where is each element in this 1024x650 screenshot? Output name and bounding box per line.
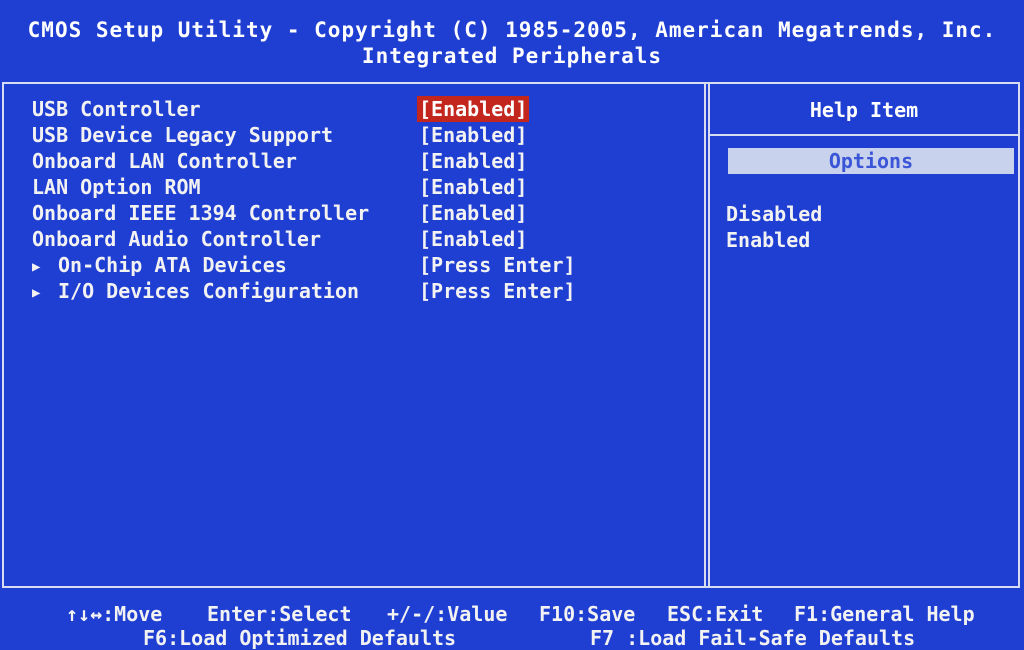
setting-value[interactable]: [Enabled] [417, 174, 529, 200]
setting-label: LAN Option ROM [32, 175, 201, 199]
page-title: Integrated Peripherals [361, 44, 663, 68]
header: CMOS Setup Utility - Copyright (C) 1985-… [0, 8, 1024, 78]
setting-label: USB Device Legacy Support [32, 123, 334, 147]
submenu-label: I/O Devices Configuration [58, 279, 360, 303]
settings-list: USB Controller [Enabled] USB Device Lega… [32, 96, 692, 304]
submenu-label: On-Chip ATA Devices [58, 253, 287, 277]
help-panel: Help Item Options Disabled Enabled [710, 84, 1018, 586]
submenu-on-chip-ata-devices[interactable]: ▶ On-Chip ATA Devices [Press Enter] [32, 252, 692, 278]
help-title: Help Item [809, 98, 919, 122]
setting-value[interactable]: [Press Enter] [417, 252, 578, 278]
key-help-footer: ↑↓↔:Move Enter:Select +/-/:Value F10:Sav… [0, 598, 1024, 650]
key-save: F10:Save [539, 602, 636, 626]
key-value: +/-/:Value [387, 602, 508, 626]
setting-label: Onboard IEEE 1394 Controller [32, 201, 370, 225]
setting-label: USB Controller [32, 97, 201, 121]
key-general-help: F1:General Help [794, 602, 975, 626]
setting-lan-option-rom[interactable]: LAN Option ROM [Enabled] [32, 174, 692, 200]
submenu-io-devices-configuration[interactable]: ▶ I/O Devices Configuration [Press Enter] [32, 278, 692, 304]
key-load-fail-safe-defaults: F7 :Load Fail-Safe Defaults [590, 626, 916, 650]
triangle-right-icon: ▶ [32, 285, 41, 301]
setting-value[interactable]: [Enabled] [417, 226, 529, 252]
key-move: ↑↓↔:Move [66, 602, 163, 626]
setting-label: Onboard LAN Controller [32, 149, 297, 173]
setting-usb-controller[interactable]: USB Controller [Enabled] [32, 96, 692, 122]
help-separator [710, 134, 1018, 136]
setting-value[interactable]: [Enabled] [417, 148, 529, 174]
key-select: Enter:Select [207, 602, 352, 626]
setting-value[interactable]: [Enabled] [417, 122, 529, 148]
key-exit: ESC:Exit [667, 602, 764, 626]
setting-label: Onboard Audio Controller [32, 227, 321, 251]
option-enabled: Enabled [726, 228, 811, 252]
setting-onboard-lan-controller[interactable]: Onboard LAN Controller [Enabled] [32, 148, 692, 174]
setting-onboard-audio-controller[interactable]: Onboard Audio Controller [Enabled] [32, 226, 692, 252]
setting-usb-device-legacy-support[interactable]: USB Device Legacy Support [Enabled] [32, 122, 692, 148]
option-disabled: Disabled [726, 202, 823, 226]
utility-title: CMOS Setup Utility - Copyright (C) 1985-… [27, 18, 997, 42]
setting-value[interactable]: [Enabled] [417, 200, 529, 226]
options-header: Options [728, 148, 1014, 174]
setting-onboard-ieee1394-controller[interactable]: Onboard IEEE 1394 Controller [Enabled] [32, 200, 692, 226]
setting-value[interactable]: [Enabled] [417, 96, 530, 122]
setting-label: ▶ I/O Devices Configuration [32, 278, 359, 306]
setting-label: ▶ On-Chip ATA Devices [32, 252, 287, 280]
main-frame: USB Controller [Enabled] USB Device Lega… [2, 82, 1020, 588]
key-load-optimized-defaults: F6:Load Optimized Defaults [143, 626, 457, 650]
bios-screen: CMOS Setup Utility - Copyright (C) 1985-… [0, 0, 1024, 650]
setting-value[interactable]: [Press Enter] [417, 278, 578, 304]
triangle-right-icon: ▶ [32, 259, 41, 275]
